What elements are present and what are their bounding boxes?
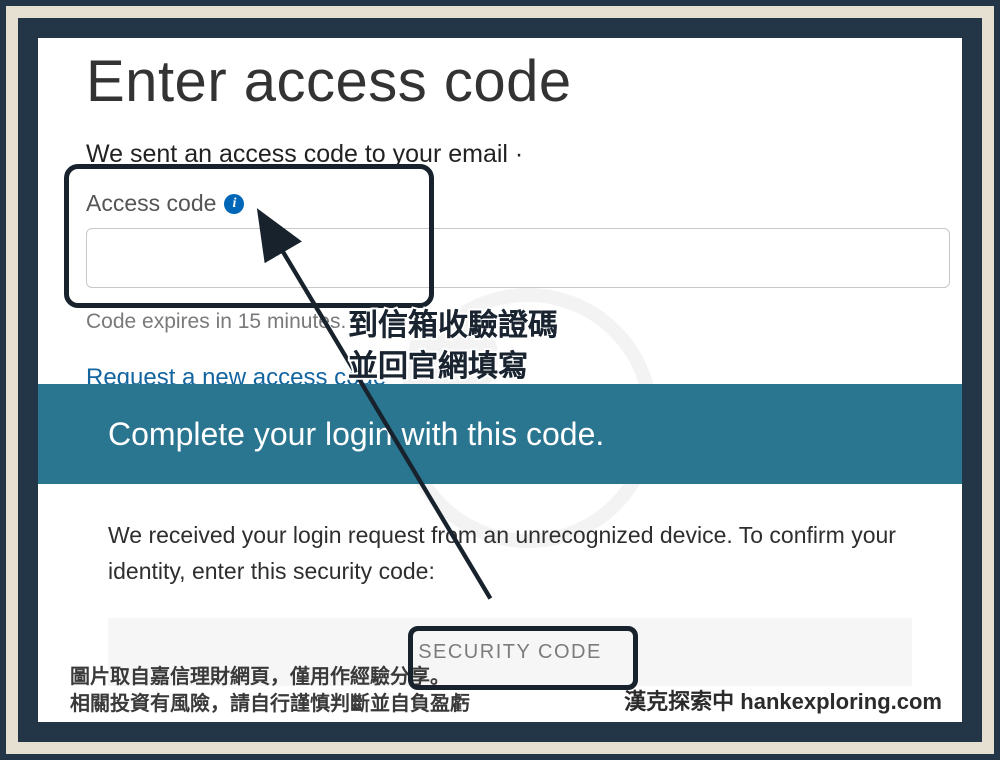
- page-surface: Enter access code We sent an access code…: [38, 38, 962, 722]
- access-code-label: Access code: [86, 190, 216, 217]
- email-banner-text: Complete your login with this code.: [108, 416, 604, 453]
- sent-code-text: We sent an access code to your email ·: [86, 140, 523, 169]
- content: Enter access code We sent an access code…: [38, 38, 962, 722]
- credit-text: 漢克探索中 hankexploring.com: [624, 684, 942, 718]
- footer: 圖片取自嘉信理財網頁，僅用作經驗分享。 相關投資有風險，請自行謹慎判斷並自負盈虧…: [70, 664, 942, 718]
- disclaimer-text: 圖片取自嘉信理財網頁，僅用作經驗分享。 相關投資有風險，請自行謹慎判斷並自負盈虧: [70, 664, 470, 718]
- access-code-label-row: Access code i: [86, 190, 244, 217]
- frame-inner: Enter access code We sent an access code…: [18, 18, 982, 742]
- frame-outer: Enter access code We sent an access code…: [0, 0, 1000, 760]
- frame-mid: Enter access code We sent an access code…: [6, 6, 994, 754]
- code-expires-text: Code expires in 15 minutes.: [86, 310, 346, 334]
- page-title: Enter access code: [86, 48, 572, 115]
- disclaimer-line2: 相關投資有風險，請自行謹慎判斷並自負盈虧: [70, 691, 470, 718]
- email-banner: Complete your login with this code.: [38, 384, 962, 484]
- disclaimer-line1: 圖片取自嘉信理財網頁，僅用作經驗分享。: [70, 664, 470, 691]
- info-icon[interactable]: i: [224, 194, 244, 214]
- access-code-input[interactable]: [86, 228, 950, 288]
- security-code-label: SECURITY CODE: [418, 641, 602, 664]
- email-body-text: We received your login request from an u…: [108, 518, 912, 589]
